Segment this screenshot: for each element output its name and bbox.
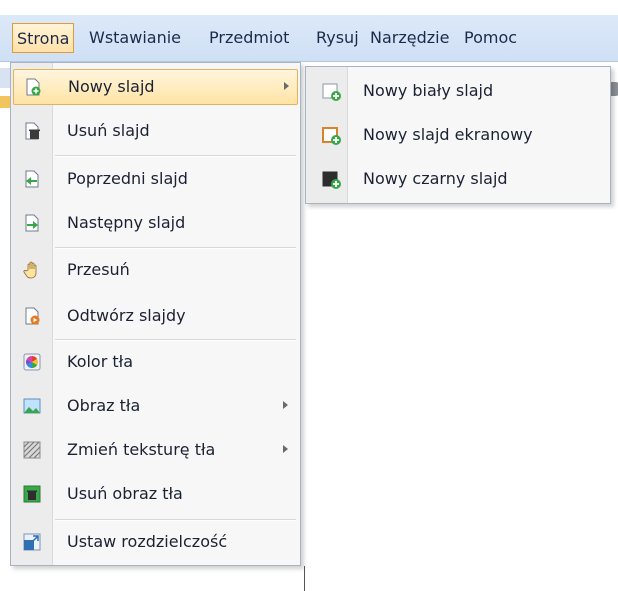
workspace-divider bbox=[304, 566, 305, 591]
resolution-icon bbox=[23, 533, 41, 551]
menu-item-set-resolution[interactable]: Ustaw rozdzielczość bbox=[13, 525, 298, 561]
menu-item-label: Kolor tła bbox=[67, 352, 134, 371]
menu-item-delete-background-image[interactable]: Usuń obraz tła bbox=[13, 477, 298, 513]
submenu-item-label: Nowy slajd ekranowy bbox=[363, 125, 533, 144]
new-slide-icon bbox=[26, 78, 41, 96]
new-slide-submenu: Nowy biały slajd Nowy slajd ekranowy Now… bbox=[305, 66, 611, 204]
toolbar-button[interactable] bbox=[0, 68, 10, 88]
menu-rysuj[interactable]: Rysuj bbox=[312, 23, 363, 53]
menu-separator bbox=[55, 519, 296, 521]
menu-item-label: Nowy slajd bbox=[68, 77, 155, 96]
play-slides-icon bbox=[25, 307, 40, 325]
menu-item-play-slides[interactable]: Odtwórz slajdy bbox=[13, 299, 298, 335]
menu-item-previous-slide[interactable]: Poprzedni slajd bbox=[13, 162, 298, 198]
menu-item-label: Ustaw rozdzielczość bbox=[67, 532, 228, 551]
menu-narzedzie[interactable]: Narzędzie bbox=[366, 23, 453, 53]
delete-slide-icon bbox=[25, 122, 40, 140]
texture-icon bbox=[23, 441, 41, 459]
menu-item-label: Usuń slajd bbox=[67, 121, 150, 140]
menu-item-background-color[interactable]: Kolor tła bbox=[13, 345, 298, 381]
submenu-item-label: Nowy czarny slajd bbox=[363, 169, 508, 188]
color-wheel-icon bbox=[23, 353, 41, 371]
submenu-arrow-icon bbox=[283, 445, 288, 453]
image-icon bbox=[23, 398, 41, 414]
hand-icon bbox=[23, 261, 37, 279]
strona-dropdown-menu: Nowy slajd Usuń slajd Poprzedni slajd Na… bbox=[10, 62, 301, 566]
submenu-arrow-icon bbox=[283, 401, 288, 409]
menu-item-background-image[interactable]: Obraz tła bbox=[13, 389, 298, 425]
menu-item-pan[interactable]: Przesuń bbox=[13, 253, 298, 289]
submenu-item-new-black-slide[interactable]: Nowy czarny slajd bbox=[308, 159, 608, 199]
menu-item-new-slide[interactable]: Nowy slajd bbox=[13, 69, 298, 105]
menu-item-label: Obraz tła bbox=[67, 396, 141, 415]
submenu-arrow-icon bbox=[284, 82, 289, 90]
menu-item-label: Przesuń bbox=[67, 260, 130, 279]
menu-item-label: Odtwórz slajdy bbox=[67, 306, 186, 325]
menu-item-next-slide[interactable]: Następny slajd bbox=[13, 206, 298, 242]
previous-slide-icon bbox=[25, 170, 39, 188]
menu-item-label: Zmień teksturę tła bbox=[67, 440, 216, 459]
menu-separator bbox=[55, 247, 296, 249]
menu-strona[interactable]: Strona bbox=[12, 23, 75, 53]
menu-separator bbox=[55, 155, 296, 157]
menu-przedmiot[interactable]: Przedmiot bbox=[205, 23, 293, 53]
submenu-item-label: Nowy biały slajd bbox=[363, 81, 494, 100]
submenu-item-new-screen-slide[interactable]: Nowy slajd ekranowy bbox=[308, 115, 608, 155]
menu-item-label: Następny slajd bbox=[67, 213, 186, 232]
menu-item-label: Poprzedni slajd bbox=[67, 169, 188, 188]
menu-separator bbox=[55, 339, 296, 341]
menu-item-delete-slide[interactable]: Usuń slajd bbox=[13, 114, 298, 150]
title-area bbox=[0, 0, 618, 15]
next-slide-icon bbox=[25, 214, 39, 232]
delete-image-icon bbox=[23, 485, 41, 503]
menu-wstawianie[interactable]: Wstawianie bbox=[85, 23, 185, 53]
new-screen-slide-icon bbox=[322, 127, 341, 145]
menubar: Strona Wstawianie Przedmiot Rysuj Narzęd… bbox=[0, 15, 618, 62]
menu-item-label: Usuń obraz tła bbox=[67, 484, 183, 503]
new-white-slide-icon bbox=[322, 83, 341, 101]
menu-item-change-texture[interactable]: Zmień teksturę tła bbox=[13, 433, 298, 469]
menu-pomoc[interactable]: Pomoc bbox=[460, 23, 521, 53]
new-black-slide-icon bbox=[322, 171, 341, 189]
toolbar-button[interactable] bbox=[0, 96, 10, 108]
submenu-item-new-white-slide[interactable]: Nowy biały slajd bbox=[308, 71, 608, 111]
